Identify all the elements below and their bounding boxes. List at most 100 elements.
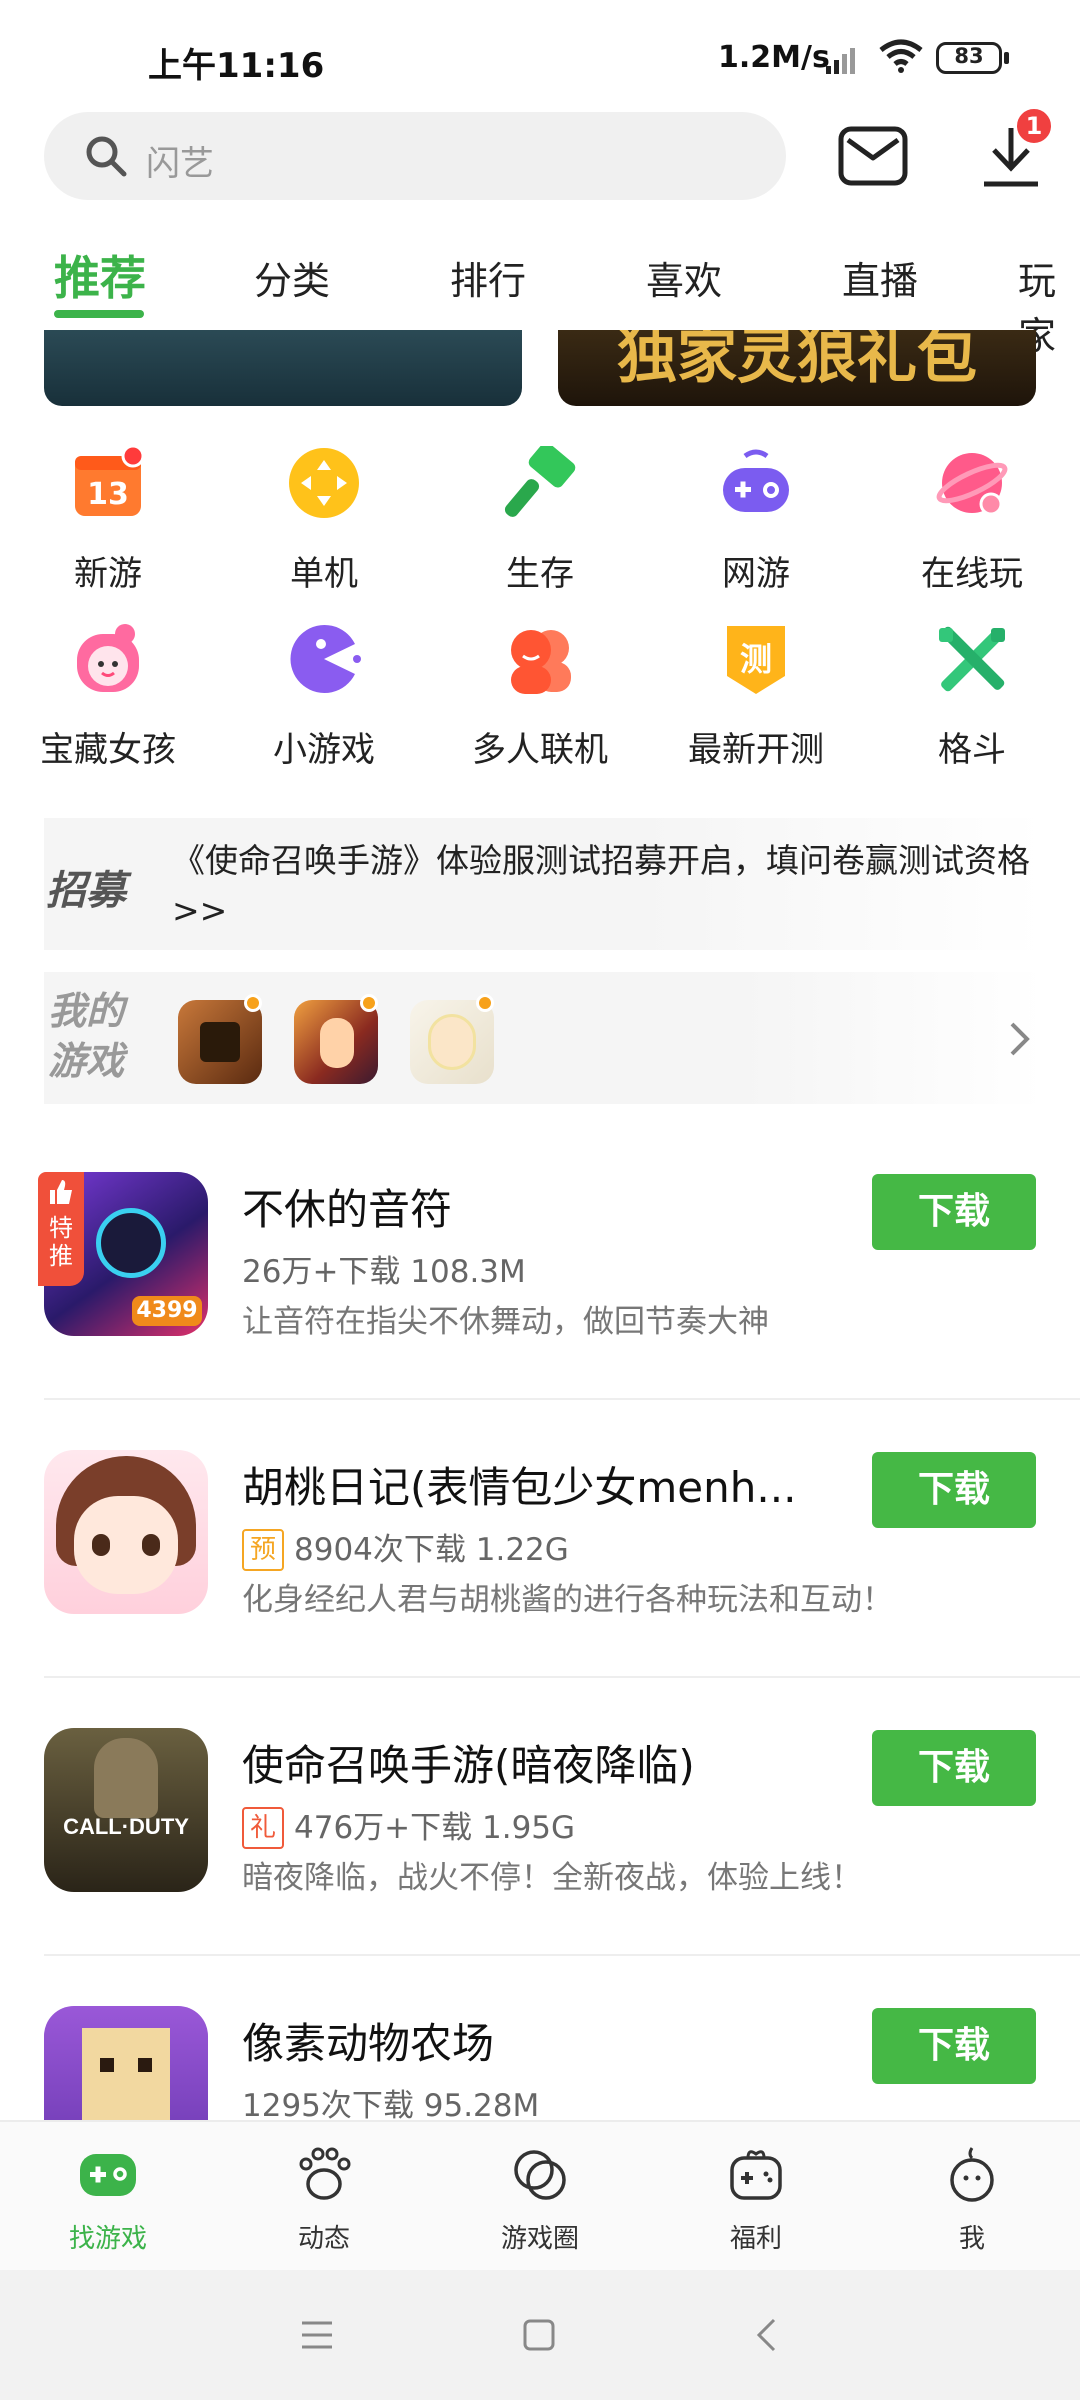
app-root: 上午11:16 1.2M/s 83 闪艺 1 推荐 分类 排行 喜欢 直播 玩家… — [0, 0, 1080, 2400]
message-button[interactable] — [838, 124, 908, 188]
category-online[interactable]: 网游 — [676, 446, 836, 596]
game-description: 暗夜降临，战火不停！全新夜战，体验上线！ — [242, 1860, 862, 1896]
game-icon — [44, 1450, 208, 1614]
tab-recommend[interactable]: 推荐 — [54, 242, 146, 308]
game-list-item[interactable]: 4399 特推 不休的音符 26万+下载 108.3M 让音符在指尖不休舞动，做… — [0, 1172, 1080, 1448]
game-description: 化身经纪人君与胡桃酱的进行各种玩法和互动！ — [242, 1582, 893, 1618]
banner-right-title: 独家灵狼礼包 — [617, 330, 977, 392]
category-fighting[interactable]: 格斗 — [892, 622, 1052, 772]
nav-game-circle[interactable]: 游戏圈 — [432, 2122, 648, 2272]
category-label: 在线玩 — [921, 554, 1023, 594]
my-game-thumb[interactable] — [294, 1000, 378, 1084]
game-list-item[interactable]: 胡桃日记(表情包少女menh... 预 8904次下载 1.22G 化身经纪人君与… — [0, 1450, 1080, 1726]
category-label: 新游 — [74, 554, 142, 594]
category-label: 最新开测 — [688, 730, 824, 770]
update-dot — [476, 994, 494, 1012]
tab-category[interactable]: 分类 — [254, 250, 330, 305]
nav-label: 找游戏 — [68, 2224, 147, 2254]
pacman-icon — [290, 625, 361, 693]
game-meta: 1295次下载 95.28M — [242, 2088, 540, 2120]
thumbs-up-icon — [50, 1180, 72, 1204]
wifi-icon — [879, 39, 923, 73]
category-play-online[interactable]: 在线玩 — [892, 446, 1052, 596]
banner-right[interactable]: 独家灵狼礼包 — [558, 330, 1036, 406]
calendar-icon: 13 — [75, 446, 145, 516]
game-meta: 预 8904次下载 1.22G — [242, 1524, 569, 1571]
recruit-notice[interactable]: 招募 《使命召唤手游》体验服测试招募开启，填问卷赢测试资格 >> — [44, 818, 1044, 950]
nav-welfare[interactable]: 福利 — [648, 2122, 864, 2272]
nav-label: 游戏圈 — [500, 2224, 579, 2254]
top-tabs: 推荐 分类 排行 喜欢 直播 玩家 — [0, 230, 1080, 358]
tab-favorite[interactable]: 喜欢 — [646, 250, 722, 305]
dpad-icon — [289, 448, 359, 518]
gift-badge: 礼 — [242, 1807, 284, 1849]
hammer-icon — [504, 446, 576, 517]
gamepad-icon — [80, 2154, 136, 2196]
category-label: 宝藏女孩 — [40, 730, 176, 770]
footprint-icon — [299, 2147, 351, 2200]
category-survival[interactable]: 生存 — [460, 446, 620, 596]
category-label: 生存 — [506, 554, 574, 594]
home-icon[interactable] — [522, 2318, 556, 2352]
my-games-label: 我的游戏 — [48, 989, 125, 1083]
game-list-item[interactable]: 像素动物农场 1295次下载 95.28M 下载 — [0, 2006, 1080, 2120]
back-icon[interactable] — [754, 2316, 778, 2354]
game-list-item[interactable]: CALL·DUTY 使命召唤手游(暗夜降临) 礼 476万+下载 1.95G 暗夜… — [0, 1728, 1080, 2004]
bottom-navigation: 找游戏 动态 游戏圈 福利 我 — [0, 2120, 1080, 2270]
svg-text:13: 13 — [87, 477, 129, 512]
planet-icon — [936, 453, 1008, 516]
category-treasure-girl[interactable]: 宝藏女孩 — [28, 622, 188, 772]
tab-live[interactable]: 直播 — [842, 250, 918, 305]
search-icon — [86, 136, 127, 177]
divider — [44, 1676, 1080, 1678]
nav-me[interactable]: 我 — [864, 2122, 1080, 2272]
nav-feed[interactable]: 动态 — [216, 2122, 432, 2272]
menu-icon[interactable] — [300, 2320, 334, 2350]
gift-gamepad-icon — [730, 2150, 782, 2200]
nav-label: 福利 — [729, 2224, 782, 2254]
game-icon: CALL·DUTY — [44, 1728, 208, 1892]
svg-text:测: 测 — [740, 640, 772, 678]
download-button[interactable]: 下载 — [872, 1452, 1036, 1528]
category-label: 网游 — [722, 554, 790, 594]
nav-label: 动态 — [297, 2224, 350, 2254]
battery-tip — [1004, 52, 1009, 64]
tab-ranking[interactable]: 排行 — [450, 250, 526, 305]
update-dot — [360, 994, 378, 1012]
category-label: 格斗 — [938, 730, 1006, 770]
signal-icon — [826, 48, 855, 74]
category-single-player[interactable]: 单机 — [244, 446, 404, 596]
category-mini-games[interactable]: 小游戏 — [244, 622, 404, 772]
divider — [44, 1954, 1080, 1956]
category-new-tests[interactable]: 测 最新开测 — [676, 622, 836, 772]
chevron-right-icon — [1010, 1022, 1030, 1056]
my-game-thumb[interactable] — [178, 1000, 262, 1084]
download-button[interactable]: 下载 — [872, 1174, 1036, 1250]
search-box[interactable]: 闪艺 — [44, 112, 786, 200]
category-label: 单机 — [290, 554, 358, 594]
download-count-badge: 1 — [1014, 106, 1054, 146]
crossed-swords-icon — [939, 626, 1005, 692]
status-bar: 上午11:16 1.2M/s 83 — [0, 0, 1080, 110]
game-meta-text: 8904次下载 1.22G — [294, 1532, 569, 1568]
download-button[interactable]: 下载 — [872, 2008, 1036, 2084]
featured-label: 特推 — [49, 1214, 73, 1270]
game-icon — [44, 2006, 208, 2120]
nav-find-games[interactable]: 找游戏 — [0, 2122, 216, 2272]
divider — [44, 1398, 1080, 1400]
category-label: 小游戏 — [273, 730, 375, 770]
game-icon-text: CALL·DUTY — [63, 1814, 189, 1839]
gamepad-icon — [723, 449, 789, 512]
category-multiplayer[interactable]: 多人联机 — [460, 622, 620, 772]
system-navigation-bar — [0, 2270, 1080, 2400]
battery-level: 83 — [954, 44, 984, 68]
battery-icon: 83 — [936, 42, 1002, 74]
preorder-badge: 预 — [242, 1529, 284, 1571]
category-new-games[interactable]: 13 新游 — [28, 446, 188, 596]
download-button[interactable]: 下载 — [872, 1730, 1036, 1806]
banner-left[interactable] — [44, 330, 522, 406]
status-time: 上午11:16 — [148, 46, 325, 86]
my-game-thumb[interactable] — [410, 1000, 494, 1084]
game-name: 胡桃日记(表情包少女menh... — [242, 1463, 797, 1512]
my-games-bar[interactable]: 我的游戏 — [44, 972, 1044, 1104]
